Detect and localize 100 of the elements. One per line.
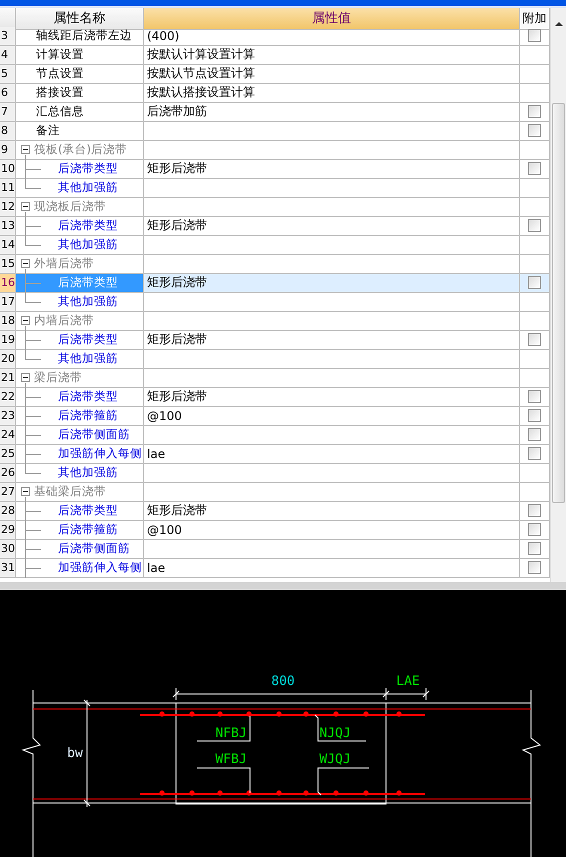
property-name[interactable]: 其他加强筋 bbox=[57, 351, 119, 366]
property-name[interactable]: 后浇带类型 bbox=[57, 218, 119, 234]
property-value[interactable] bbox=[144, 368, 520, 388]
property-name: 节点设置 bbox=[36, 66, 84, 82]
group-name: 筏板(承台)后浇带 bbox=[34, 142, 127, 158]
scrollbar[interactable] bbox=[550, 8, 566, 582]
property-value[interactable]: 矩形后浇带 bbox=[144, 274, 520, 293]
property-value[interactable]: 矩形后浇带 bbox=[144, 330, 520, 350]
property-value[interactable] bbox=[144, 540, 520, 559]
checkbox[interactable] bbox=[528, 409, 541, 422]
leader-line bbox=[314, 714, 366, 742]
group-name: 基础梁后浇带 bbox=[34, 484, 106, 500]
row-number: 30 bbox=[0, 540, 16, 559]
group-name: 现浇板后浇带 bbox=[34, 199, 106, 214]
dimension-label: 800 bbox=[271, 674, 295, 689]
property-name[interactable]: 后浇带箍筋 bbox=[57, 522, 119, 538]
row-number: 15 bbox=[0, 254, 16, 274]
row-number: 27 bbox=[0, 482, 16, 502]
checkbox[interactable] bbox=[528, 276, 541, 290]
property-name[interactable]: 后浇带箍筋 bbox=[57, 408, 119, 424]
checkbox[interactable] bbox=[528, 333, 541, 346]
checkbox[interactable] bbox=[528, 504, 541, 518]
column-header[interactable]: 属性名称 bbox=[16, 8, 144, 30]
property-name[interactable]: 后浇带侧面筋 bbox=[57, 541, 131, 556]
rebar-label: NFBJ bbox=[215, 726, 247, 741]
property-name[interactable]: 其他加强筋 bbox=[57, 465, 119, 480]
property-name: 搭接设置 bbox=[36, 85, 84, 100]
property-name[interactable]: 后浇带类型 bbox=[57, 503, 119, 518]
width-label: bw bbox=[67, 746, 83, 761]
property-name[interactable]: 加强筋伸入每侧 bbox=[57, 560, 143, 576]
property-value[interactable]: 按默认计算设置计算 bbox=[144, 46, 520, 65]
property-value[interactable]: 矩形后浇带 bbox=[144, 502, 520, 521]
dimension-label: LAE bbox=[396, 674, 420, 689]
checkbox[interactable] bbox=[528, 561, 541, 574]
property-name[interactable]: 加强筋伸入每侧 bbox=[57, 446, 143, 462]
checkbox[interactable] bbox=[528, 29, 541, 42]
collapse-icon[interactable] bbox=[21, 202, 30, 212]
property-value[interactable] bbox=[144, 178, 520, 198]
property-name[interactable]: 后浇带类型 bbox=[57, 332, 119, 348]
row-number: 29 bbox=[0, 520, 16, 540]
row-number: 5 bbox=[0, 64, 16, 84]
property-value[interactable]: (400) bbox=[144, 26, 520, 46]
property-value[interactable] bbox=[144, 122, 520, 141]
scrollbar-thumb[interactable] bbox=[552, 102, 565, 503]
property-value[interactable] bbox=[144, 140, 520, 160]
row-number: 19 bbox=[0, 330, 16, 350]
property-value[interactable] bbox=[144, 464, 520, 483]
property-name[interactable]: 后浇带类型 bbox=[57, 161, 119, 176]
property-value[interactable] bbox=[144, 236, 520, 255]
checkbox[interactable] bbox=[528, 428, 541, 442]
group-name: 内墙后浇带 bbox=[34, 313, 94, 328]
collapse-icon[interactable] bbox=[21, 373, 30, 382]
leader-line bbox=[318, 768, 370, 796]
checkbox[interactable] bbox=[528, 390, 541, 404]
row-number: 13 bbox=[0, 216, 16, 236]
collapse-icon[interactable] bbox=[21, 259, 30, 268]
property-value[interactable]: lae bbox=[144, 558, 520, 578]
collapse-icon[interactable] bbox=[21, 145, 30, 154]
property-value[interactable] bbox=[144, 426, 520, 445]
checkbox[interactable] bbox=[528, 542, 541, 556]
property-value[interactable] bbox=[144, 198, 520, 217]
property-name[interactable]: 其他加强筋 bbox=[57, 294, 119, 310]
property-value[interactable]: 按默认搭接设置计算 bbox=[144, 84, 520, 103]
row-number: 3 bbox=[0, 26, 16, 46]
property-name[interactable]: 其他加强筋 bbox=[57, 237, 119, 252]
property-value[interactable]: 矩形后浇带 bbox=[144, 388, 520, 407]
property-value[interactable]: 矩形后浇带 bbox=[144, 160, 520, 179]
property-value[interactable]: 后浇带加筋 bbox=[144, 102, 520, 122]
checkbox[interactable] bbox=[528, 523, 541, 536]
checkbox[interactable] bbox=[528, 105, 541, 118]
property-value[interactable] bbox=[144, 312, 520, 331]
property-name[interactable]: 后浇带侧面筋 bbox=[57, 427, 131, 442]
group-name: 梁后浇带 bbox=[34, 370, 82, 386]
up-arrow-icon[interactable] bbox=[555, 22, 563, 26]
property-value[interactable] bbox=[144, 350, 520, 369]
collapse-icon[interactable] bbox=[21, 487, 30, 496]
property-value[interactable]: @100 bbox=[144, 520, 520, 540]
checkbox[interactable] bbox=[528, 124, 541, 138]
column-header[interactable]: 属性值 bbox=[144, 8, 520, 30]
property-name: 汇总信息 bbox=[36, 104, 84, 120]
collapse-icon[interactable] bbox=[21, 316, 30, 326]
property-name[interactable]: 其他加强筋 bbox=[57, 180, 119, 196]
row-number: 25 bbox=[0, 444, 16, 464]
property-name[interactable]: 后浇带类型 bbox=[57, 389, 119, 404]
row-number: 17 bbox=[0, 292, 16, 312]
row-number: 8 bbox=[0, 122, 16, 141]
checkbox[interactable] bbox=[528, 219, 541, 232]
property-value[interactable]: @100 bbox=[144, 406, 520, 426]
row-number: 10 bbox=[0, 160, 16, 179]
property-name: 计算设置 bbox=[36, 47, 84, 62]
property-name: 轴线距后浇带左边 bbox=[36, 28, 132, 44]
property-value[interactable] bbox=[144, 292, 520, 312]
checkbox[interactable] bbox=[528, 162, 541, 176]
row-number: 21 bbox=[0, 368, 16, 388]
property-value[interactable] bbox=[144, 482, 520, 502]
property-value[interactable]: 按默认节点设置计算 bbox=[144, 64, 520, 84]
checkbox[interactable] bbox=[528, 447, 541, 460]
property-value[interactable]: lae bbox=[144, 444, 520, 464]
property-value[interactable]: 矩形后浇带 bbox=[144, 216, 520, 236]
column-header[interactable]: 附加 bbox=[520, 8, 550, 30]
